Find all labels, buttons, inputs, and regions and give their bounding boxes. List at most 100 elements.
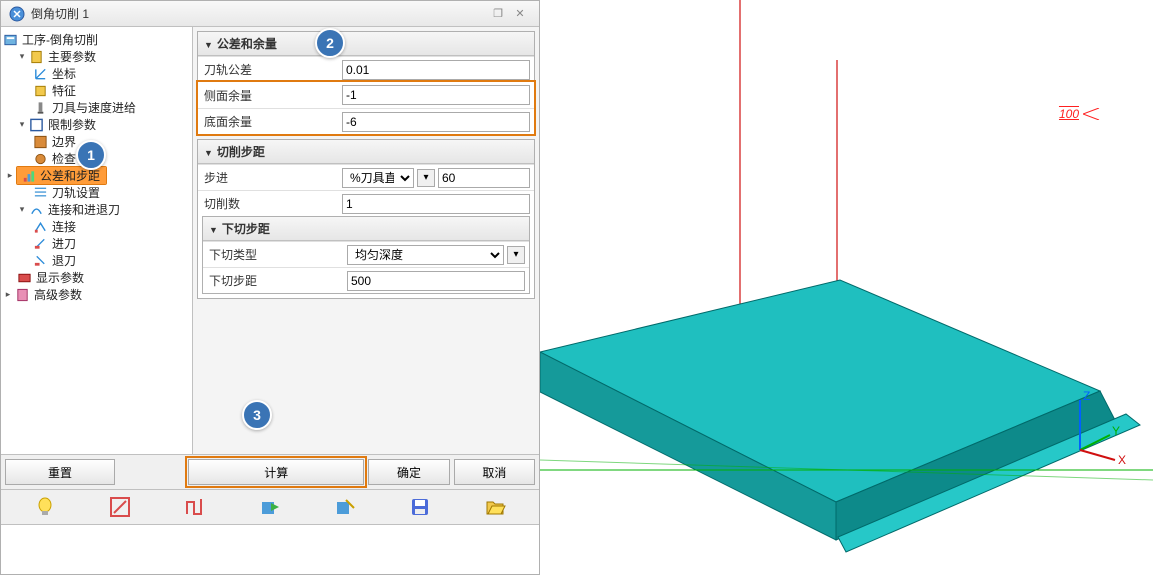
reset-button[interactable]: 重置 (5, 459, 115, 485)
advanced-icon (15, 287, 30, 302)
side-margin-row: 侧面余量 (198, 82, 534, 108)
tree-main-params[interactable]: ▾ 主要参数 (1, 48, 192, 65)
axis-icon (33, 66, 48, 81)
section-header[interactable]: 下切步距 (203, 217, 529, 241)
tree-check-label: 检查 (52, 150, 76, 167)
tree-tool-speed-label: 刀具与速度进给 (52, 99, 136, 116)
section-header[interactable]: 公差和余量 (198, 32, 534, 56)
expand-icon[interactable]: ▸ (5, 171, 15, 181)
tree-connect-group-label: 连接和进退刀 (48, 201, 120, 218)
tree-limit-params[interactable]: ▾ 限制参数 (1, 116, 192, 133)
tree-tool-speed[interactable]: 刀具与速度进给 (1, 99, 192, 116)
link-icon (33, 219, 48, 234)
cut-count-label: 切削数 (198, 195, 338, 212)
tree-toolpath-settings[interactable]: 刀轨设置 (1, 184, 192, 201)
tree-coord-label: 坐标 (52, 65, 76, 82)
toolbar (1, 490, 539, 524)
down-type-options-icon[interactable]: ▾ (507, 246, 525, 264)
section-header[interactable]: 切削步距 (198, 140, 534, 164)
collapse-icon[interactable]: ▾ (17, 205, 27, 215)
tree-coord[interactable]: 坐标 (1, 65, 192, 82)
params-icon (29, 49, 44, 64)
toolpath-tolerance-row: 刀轨公差 (198, 56, 534, 82)
tree-leadin[interactable]: 进刀 (1, 235, 192, 252)
app-icon (9, 6, 25, 22)
bottom-margin-row: 底面余量 (198, 108, 534, 134)
collapse-icon[interactable]: ▾ (17, 52, 27, 62)
tree-connect[interactable]: 连接 (1, 218, 192, 235)
close-icon[interactable]: ✕ (509, 6, 531, 22)
tolerance-icon (21, 168, 36, 183)
boundary-icon (33, 134, 48, 149)
side-margin-input[interactable] (342, 85, 530, 105)
callout-1: 1 (76, 140, 106, 170)
down-type-label: 下切类型 (203, 246, 343, 263)
folder-icon[interactable] (480, 494, 510, 520)
tree-leadout[interactable]: 退刀 (1, 252, 192, 269)
down-step-input[interactable] (347, 271, 525, 291)
display-icon (17, 270, 32, 285)
check-icon (33, 151, 48, 166)
tree-adv-params[interactable]: ▸ 高级参数 (1, 286, 192, 303)
cube-wand-icon[interactable] (330, 494, 360, 520)
tree-connect-group[interactable]: ▾ 连接和进退刀 (1, 201, 192, 218)
callout-3: 3 (242, 400, 272, 430)
svg-text:Z: Z (1083, 389, 1090, 403)
main-content: 工序-倒角切削 ▾ 主要参数 坐标 特征 刀具与速度进给 ▾ (1, 27, 539, 454)
tree-feature[interactable]: 特征 (1, 82, 192, 99)
tree-root-label: 工序-倒角切削 (22, 31, 98, 48)
cube-play-icon[interactable] (255, 494, 285, 520)
step-options-icon[interactable]: ▾ (417, 169, 435, 187)
title-bar[interactable]: 倒角切削 1 ❐ ✕ (1, 1, 539, 27)
cut-count-input[interactable] (342, 194, 530, 214)
popout-icon[interactable]: ❐ (487, 6, 509, 22)
tree-connect-label: 连接 (52, 218, 76, 235)
dialog-panel: 倒角切削 1 ❐ ✕ 工序-倒角切削 ▾ 主要参数 坐标 特征 (0, 0, 540, 575)
step-value-input[interactable] (438, 168, 530, 188)
tree-root[interactable]: 工序-倒角切削 (1, 31, 192, 48)
cut-step-section: 切削步距 步进 %刀具直径 ▾ 切削数 下切步距 下切类型 (197, 139, 535, 299)
connect-group-icon (29, 202, 44, 217)
edit-icon[interactable] (105, 494, 135, 520)
tree-leadout-label: 退刀 (52, 252, 76, 269)
down-type-row: 下切类型 均匀深度 ▾ (203, 241, 529, 267)
toolpath-tolerance-input[interactable] (342, 60, 530, 80)
save-icon[interactable] (405, 494, 435, 520)
path-icon[interactable] (180, 494, 210, 520)
margin-highlight: 侧面余量 底面余量 (198, 82, 534, 134)
calculate-button[interactable]: 计算 (188, 459, 364, 485)
tree-display-params[interactable]: 显示参数 (1, 269, 192, 286)
down-step-section: 下切步距 下切类型 均匀深度 ▾ 下切步距 (202, 216, 530, 294)
tree-display-params-label: 显示参数 (36, 269, 84, 286)
step-type-select[interactable]: %刀具直径 (342, 168, 414, 188)
down-type-select[interactable]: 均匀深度 (347, 245, 504, 265)
callout-2: 2 (315, 28, 345, 58)
bottom-margin-input[interactable] (342, 112, 530, 132)
tree-toolpath-settings-label: 刀轨设置 (52, 184, 100, 201)
tree-boundary-label: 边界 (52, 133, 76, 150)
process-icon (3, 32, 18, 47)
collapse-icon[interactable]: ▾ (17, 120, 27, 130)
cut-count-row: 切削数 (198, 190, 534, 216)
toolpath-tolerance-label: 刀轨公差 (198, 61, 338, 78)
tree-main-params-label: 主要参数 (48, 48, 96, 65)
step-label: 步进 (198, 169, 338, 186)
tool-icon (33, 100, 48, 115)
tree-adv-params-label: 高级参数 (34, 286, 82, 303)
svg-text:Y: Y (1112, 424, 1120, 438)
button-row: 重置 计算 确定 取消 (1, 454, 539, 490)
ok-button[interactable]: 确定 (368, 459, 449, 485)
step-row: 步进 %刀具直径 ▾ (198, 164, 534, 190)
expand-icon[interactable]: ▸ (3, 290, 13, 300)
feature-icon (33, 83, 48, 98)
lightbulb-icon[interactable] (30, 494, 60, 520)
side-margin-label: 侧面余量 (198, 87, 338, 104)
leadin-icon (33, 236, 48, 251)
window-title: 倒角切削 1 (31, 5, 487, 22)
cancel-button[interactable]: 取消 (454, 459, 535, 485)
viewport-3d[interactable]: Z Y X 100 (540, 0, 1153, 575)
tree-panel: 工序-倒角切削 ▾ 主要参数 坐标 特征 刀具与速度进给 ▾ (1, 27, 193, 454)
tree-limit-params-label: 限制参数 (48, 116, 96, 133)
bottom-margin-label: 底面余量 (198, 113, 338, 130)
limit-icon (29, 117, 44, 132)
